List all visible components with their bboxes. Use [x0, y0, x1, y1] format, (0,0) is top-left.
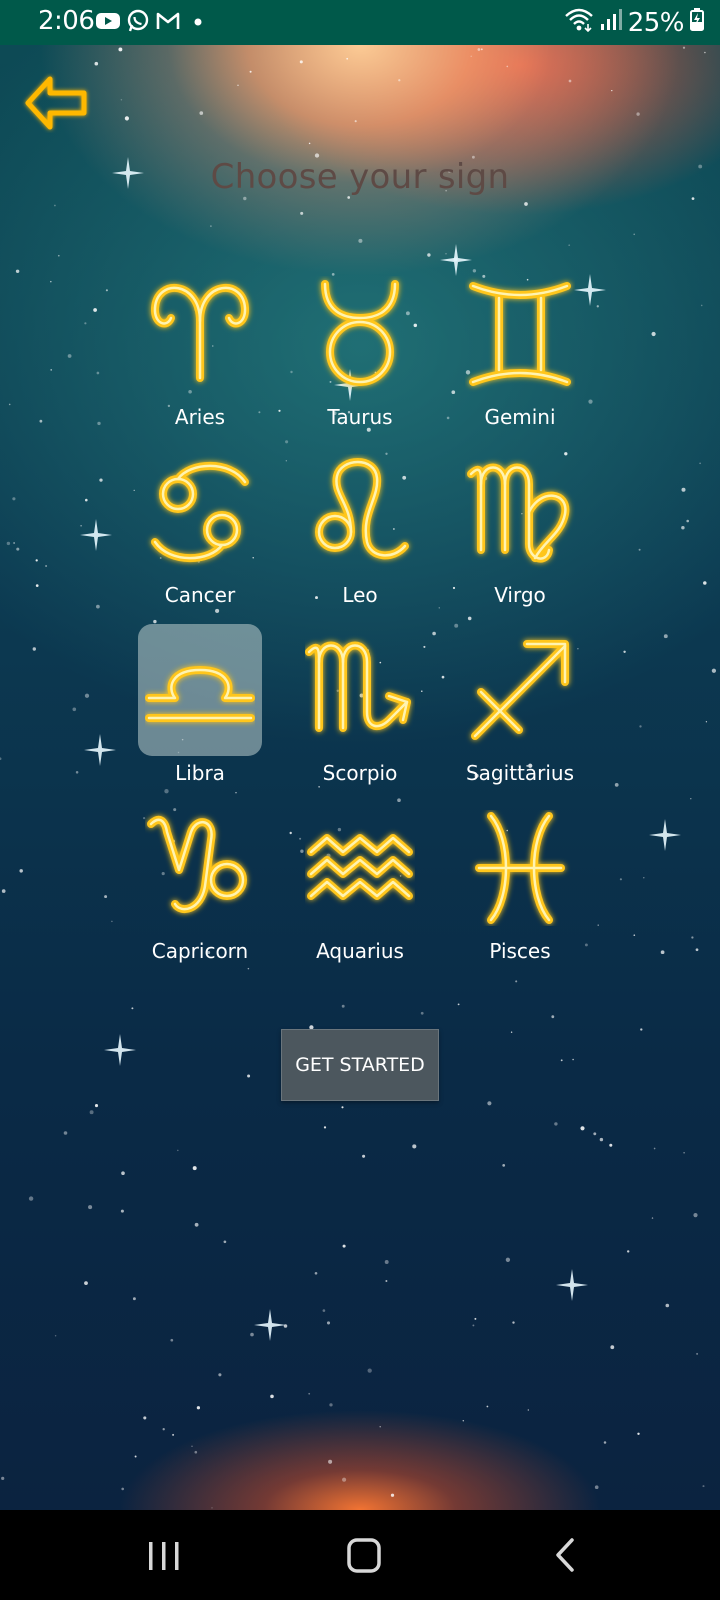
notification-icons	[96, 9, 210, 33]
system-status: 25%	[564, 6, 704, 39]
sign-tile-aquarius[interactable]	[298, 802, 422, 942]
sign-tile-virgo[interactable]	[458, 446, 582, 586]
recent-apps-button[interactable]	[134, 1530, 194, 1580]
youtube-icon	[96, 11, 120, 31]
aquarius-icon	[307, 834, 413, 900]
sign-tile-aries[interactable]	[138, 268, 262, 408]
signal-icon	[600, 7, 622, 38]
sign-tile-libra[interactable]	[138, 624, 262, 764]
pisces-icon	[475, 812, 565, 924]
sign-label-capricorn: Capricorn	[151, 939, 249, 963]
get-started-button[interactable]: GET STARTED	[281, 1029, 439, 1101]
leo-icon	[315, 458, 409, 560]
status-time: 2:06	[38, 6, 95, 36]
cancer-icon	[151, 461, 249, 563]
system-navigation-bar	[0, 1510, 720, 1600]
sign-label-virgo: Virgo	[494, 583, 546, 607]
recent-apps-icon	[149, 1542, 179, 1570]
sign-label-pisces: Pisces	[489, 939, 551, 963]
sign-selection-screen: Choose your sign Aries Taurus Gemini Can…	[0, 45, 720, 1510]
sign-label-aries: Aries	[174, 405, 226, 429]
app-screen: 2:06 25% Choose your sign Aries Taurus G…	[0, 0, 720, 1600]
home-icon	[347, 1538, 381, 1573]
sign-tile-sagittarius[interactable]	[458, 624, 582, 764]
dot-icon	[186, 11, 210, 31]
gemini-icon	[469, 282, 571, 386]
home-button[interactable]	[334, 1530, 394, 1580]
battery-charging-icon	[690, 7, 704, 38]
sign-tile-pisces[interactable]	[458, 802, 582, 942]
scorpio-icon	[305, 641, 411, 732]
sign-tile-taurus[interactable]	[298, 268, 422, 408]
virgo-icon	[467, 463, 570, 563]
sign-label-cancer: Cancer	[164, 583, 236, 607]
status-bar: 2:06 25%	[0, 0, 720, 45]
whatsapp-icon	[126, 9, 150, 33]
taurus-icon	[321, 280, 399, 386]
wifi-icon	[564, 6, 594, 39]
back-icon	[556, 1538, 574, 1572]
sign-label-aquarius: Aquarius	[316, 939, 404, 963]
sign-tile-scorpio[interactable]	[298, 624, 422, 764]
sign-label-sagittarius: Sagittarius	[465, 761, 575, 785]
aries-icon	[151, 283, 249, 382]
page-title: Choose your sign	[210, 157, 510, 197]
arrow-left-icon	[25, 76, 87, 130]
sign-tile-gemini[interactable]	[458, 268, 582, 408]
nav-back-button[interactable]	[534, 1530, 594, 1580]
capricorn-icon	[147, 815, 247, 914]
sign-label-leo: Leo	[342, 583, 378, 607]
sign-label-gemini: Gemini	[484, 405, 556, 429]
sagittarius-icon	[471, 640, 569, 740]
sign-tile-capricorn[interactable]	[138, 802, 262, 942]
battery-percent: 25%	[627, 7, 685, 38]
sign-label-taurus: Taurus	[327, 405, 393, 429]
sign-label-libra: Libra	[175, 761, 225, 785]
libra-icon	[145, 666, 255, 722]
sign-tile-cancer[interactable]	[138, 446, 262, 586]
sign-tile-leo[interactable]	[298, 446, 422, 586]
sign-label-scorpio: Scorpio	[322, 761, 398, 785]
gmail-icon	[156, 11, 180, 31]
back-button[interactable]	[20, 73, 92, 133]
